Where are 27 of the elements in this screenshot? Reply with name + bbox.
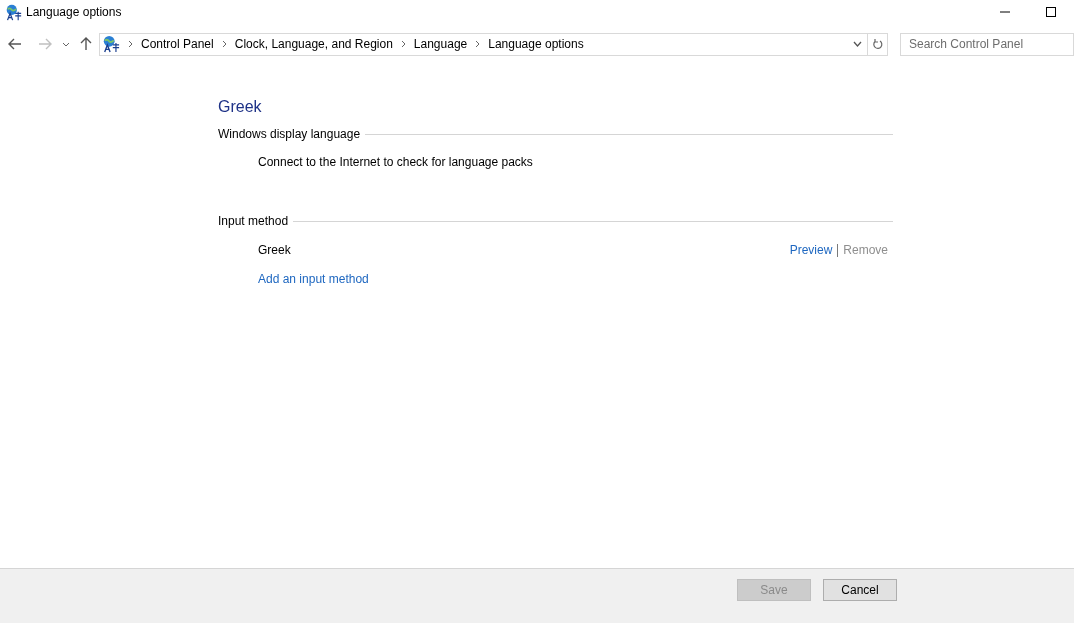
refresh-icon[interactable]	[872, 38, 883, 50]
search-field[interactable]: Search Control Panel	[900, 32, 1074, 56]
chevron-icon	[221, 40, 227, 48]
section-heading: Input method	[218, 213, 289, 230]
breadcrumb-link[interactable]: Language options	[488, 35, 584, 53]
add-input-method-link[interactable]: Add an input method	[258, 272, 369, 286]
chevron-icon	[400, 40, 406, 48]
up-arrow-icon[interactable]	[80, 37, 92, 51]
globe-language-icon	[102, 35, 120, 53]
chevron-icon	[475, 40, 481, 48]
breadcrumb-link[interactable]: Language	[413, 35, 468, 53]
breadcrumb-link[interactable]: Control Panel	[141, 35, 214, 53]
input-method-name: Greek	[258, 242, 291, 259]
back-arrow-icon[interactable]	[8, 38, 22, 50]
maximize-icon[interactable]	[1046, 7, 1056, 17]
breadcrumb-link[interactable]: Clock, Language, and Region	[234, 35, 393, 53]
language-heading: Greek	[218, 97, 263, 117]
status-message: Connect to the Internet to check for language packs	[258, 154, 534, 171]
address-bar[interactable]: Control Panel Clock, Language, and Region Language Language options	[99, 32, 888, 56]
globe-language-icon	[5, 3, 22, 21]
cancel-button[interactable]: Cancel	[823, 579, 897, 601]
window-title: Language options	[26, 4, 122, 21]
section-heading: Windows display language	[218, 126, 361, 143]
dropdown-caret-icon[interactable]	[853, 41, 862, 47]
caret-icon[interactable]	[62, 41, 70, 47]
chevron-icon	[128, 40, 133, 48]
action-link[interactable]: Preview	[789, 241, 833, 259]
